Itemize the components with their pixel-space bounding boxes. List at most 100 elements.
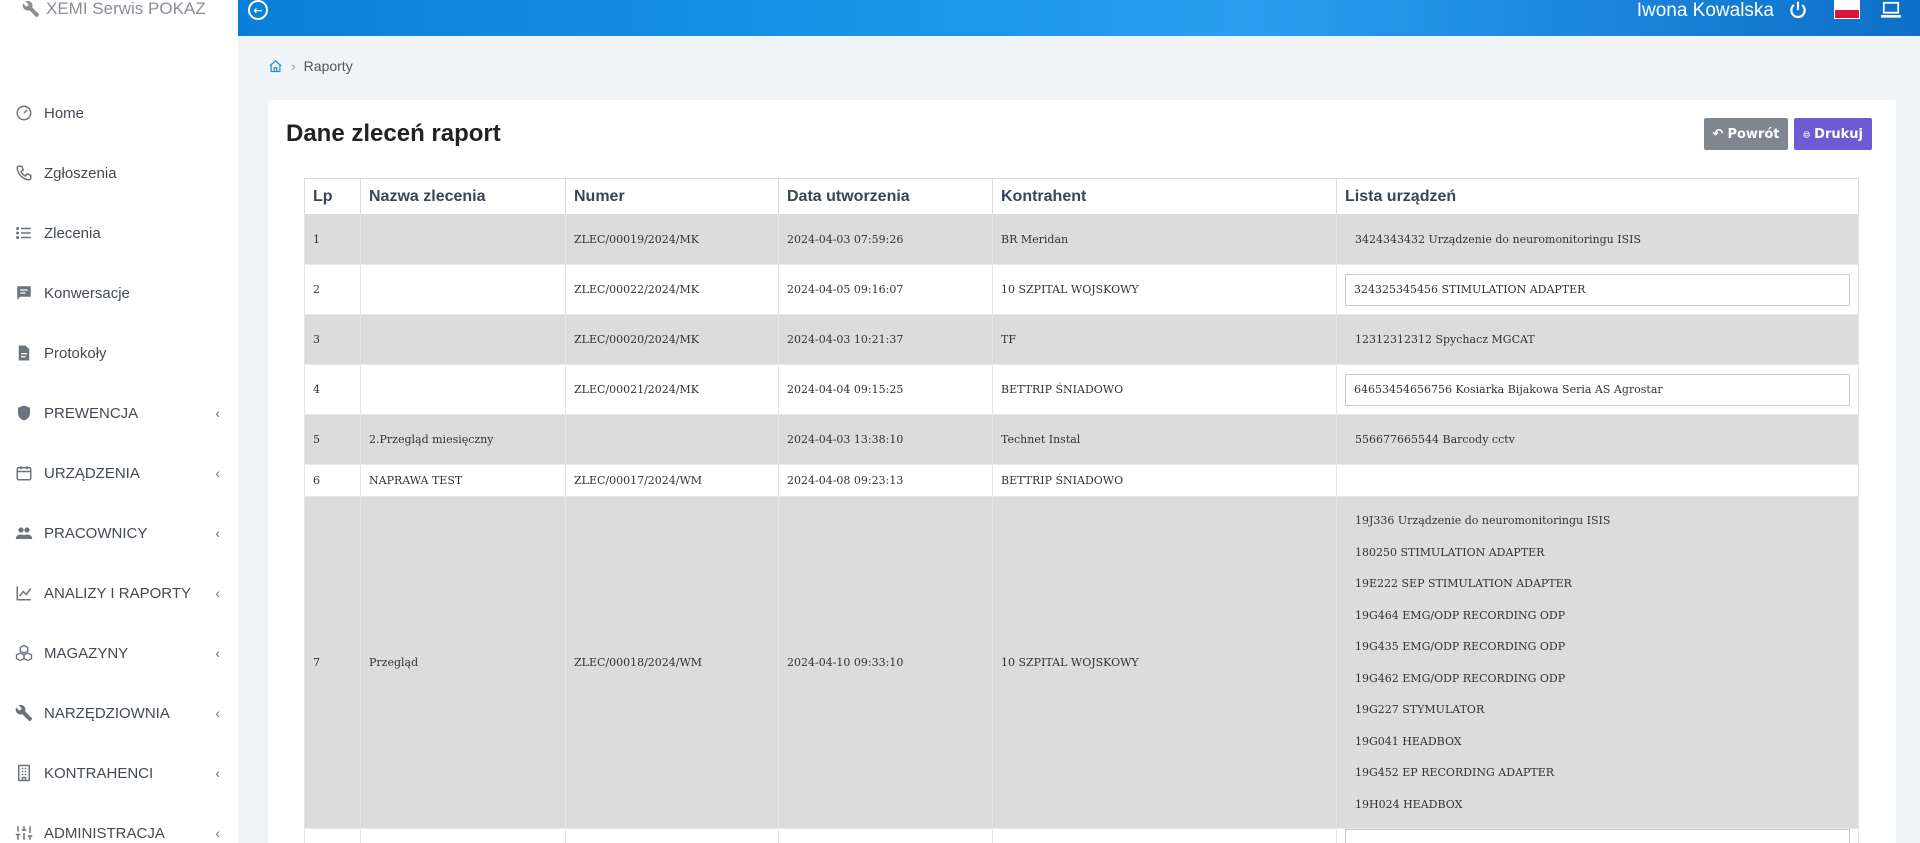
cell-client: BR Meridan	[992, 214, 1337, 265]
building-icon	[14, 763, 34, 783]
sidebar-item-pracownicy[interactable]: PRACOWNICY ‹	[0, 503, 238, 563]
sidebar-item-urzadzenia[interactable]: URZĄDZENIA ‹	[0, 443, 238, 503]
print-button[interactable]: Drukuj	[1794, 118, 1872, 150]
sidebar-item-label: URZĄDZENIA	[44, 464, 140, 482]
reply-icon: ↶	[1712, 126, 1724, 142]
sidebar-item-zlecenia[interactable]: Zlecenia	[0, 203, 238, 263]
cell-client: BETTRIP ŚNIADOWO	[992, 464, 1337, 497]
cell-devices: 64653454656756 Kosiarka Bijakowa Seria A…	[1336, 364, 1859, 415]
col-header-number: Numer	[565, 178, 779, 215]
device-field[interactable]	[1345, 829, 1850, 843]
dashboard-icon	[14, 103, 34, 123]
cell-lp	[304, 828, 361, 843]
cell-client: 10 SZPITAL WOJSKOWY	[992, 264, 1337, 315]
cell-date	[778, 828, 993, 843]
device-item: 64653454656756 Kosiarka Bijakowa Seria A…	[1354, 383, 1663, 396]
sidebar-item-label: ADMINISTRACJA	[44, 824, 165, 842]
device-item: 12312312312 Spychacz MGCAT	[1355, 333, 1535, 346]
table-row: 7 Przegląd ZLEC/00018/2024/WM 2024-04-10 09…	[304, 496, 1859, 829]
polish-flag-icon[interactable]	[1834, 0, 1860, 19]
sidebar-item-label: NARZĘDZIOWNIA	[44, 704, 170, 722]
cell-date: 2024-04-08 09:23:13	[778, 464, 993, 497]
back-button-label: Powrót	[1727, 126, 1780, 142]
sidebar-item-label: Home	[44, 104, 85, 122]
chat-icon	[14, 283, 34, 303]
cell-date: 2024-04-10 09:33:10	[778, 496, 993, 829]
sidebar-item-kontrahenci[interactable]: KONTRAHENCI ‹	[0, 743, 238, 803]
chevron-left-icon: ‹	[215, 585, 220, 601]
list-icon	[14, 223, 34, 243]
sidebar-item-prewencja[interactable]: PREWENCJA ‹	[0, 383, 238, 443]
table-row: 1 ZLEC/00019/2024/MK 2024-04-03 07:59:26 BR…	[304, 214, 1859, 265]
wrench-icon	[22, 0, 40, 18]
sidebar-item-label: Zlecenia	[44, 224, 101, 242]
sidebar-item-zgloszenia[interactable]: Zgłoszenia	[0, 143, 238, 203]
cell-lp: 1	[304, 214, 361, 265]
device-item: 19G452 EP RECORDING ADAPTER	[1355, 766, 1555, 780]
sidebar-item-label: PRACOWNICY	[44, 524, 148, 542]
power-icon[interactable]	[1788, 0, 1808, 20]
chart-line-icon	[14, 583, 34, 603]
back-button[interactable]: ↶ Powrót	[1704, 118, 1788, 150]
cell-client	[992, 828, 1337, 843]
cell-date: 2024-04-03 13:38:10	[778, 414, 993, 465]
cell-client: 10 SZPITAL WOJSKOWY	[992, 496, 1337, 829]
collapse-sidebar-button[interactable]: ←	[248, 0, 268, 20]
sidebar-item-administracja[interactable]: ADMINISTRACJA ‹	[0, 803, 238, 843]
sidebar-item-home[interactable]: Home	[0, 83, 238, 143]
device-field[interactable]: 64653454656756 Kosiarka Bijakowa Seria A…	[1345, 373, 1850, 406]
user-name[interactable]: Iwona Kowalska	[1637, 0, 1774, 22]
cell-client: Technet Instal	[992, 414, 1337, 465]
col-header-lp: Lp	[304, 178, 361, 215]
laptop-icon[interactable]	[1880, 1, 1902, 19]
cell-date: 2024-04-04 09:15:25	[778, 364, 993, 415]
report-table: Lp Nazwa zlecenia Numer Data utworzenia …	[304, 178, 1859, 843]
cell-lp: 6	[304, 464, 361, 497]
cell-date: 2024-04-05 09:16:07	[778, 264, 993, 315]
brand-name: XEMI Serwis POKAZ	[46, 0, 206, 18]
sidebar: XEMI Serwis POKAZ Home Zgłoszenia Zlecenia…	[0, 0, 238, 843]
breadcrumb-current: Raporty	[303, 58, 353, 74]
cell-lp: 2	[304, 264, 361, 315]
sidebar-item-protokoly[interactable]: Protokoły	[0, 323, 238, 383]
print-button-label: Drukuj	[1814, 126, 1863, 142]
device-item: 3424343432 Urządzenie do neuromonitoring…	[1355, 233, 1641, 246]
cell-name: NAPRAWA TEST	[360, 464, 566, 497]
cell-lp: 4	[304, 364, 361, 415]
home-icon[interactable]	[268, 59, 283, 74]
cell-client: BETTRIP ŚNIADOWO	[992, 364, 1337, 415]
table-row: 5 2.Przegląd miesięczny 2024-04-03 13:38:1…	[304, 414, 1859, 465]
cell-number: ZLEC/00018/2024/WM	[565, 496, 779, 829]
cell-devices: 324325345456 STIMULATION ADAPTER	[1336, 264, 1859, 315]
sidebar-item-label: Konwersacje	[44, 284, 130, 302]
chevron-left-icon: ‹	[215, 645, 220, 661]
brand[interactable]: XEMI Serwis POKAZ	[22, 0, 206, 21]
sidebar-item-konwersacje[interactable]: Konwersacje	[0, 263, 238, 323]
cell-lp: 7	[304, 496, 361, 829]
sidebar-item-label: PREWENCJA	[44, 404, 139, 422]
sidebar-item-narzedziownia[interactable]: NARZĘDZIOWNIA ‹	[0, 683, 238, 743]
cell-devices: 19J336 Urządzenie do neuromonitoringu IS…	[1336, 496, 1859, 829]
sidebar-item-analizy-i-raporty[interactable]: ANALIZY I RAPORTY ‹	[0, 563, 238, 623]
table-row: 6 NAPRAWA TEST ZLEC/00017/2024/WM 2024-04-0…	[304, 464, 1859, 497]
device-item: 19E222 SEP STIMULATION ADAPTER	[1355, 577, 1572, 591]
chevron-right-icon: ›	[291, 58, 296, 74]
cell-number: ZLEC/00019/2024/MK	[565, 214, 779, 265]
cell-devices: 12312312312 Spychacz MGCAT	[1336, 314, 1859, 365]
device-item: 556677665544 Barcody cctv	[1355, 433, 1515, 446]
cell-name: 2.Przegląd miesięczny	[360, 414, 566, 465]
report-card: Dane zleceń raport ↶ Powrót Drukuj Lp Na…	[268, 100, 1896, 843]
table-header-row: Lp Nazwa zlecenia Numer Data utworzenia …	[304, 178, 1859, 215]
device-field[interactable]: 324325345456 STIMULATION ADAPTER	[1345, 273, 1850, 306]
cubes-icon	[14, 643, 34, 663]
calendar-icon	[14, 463, 34, 483]
cell-devices: 556677665544 Barcody cctv	[1336, 414, 1859, 465]
shield-icon	[14, 403, 34, 423]
col-header-devices: Lista urządzeń	[1336, 178, 1859, 215]
sidebar-item-magazyny[interactable]: MAGAZYNY ‹	[0, 623, 238, 683]
col-header-name: Nazwa zlecenia	[360, 178, 566, 215]
cell-number	[565, 828, 779, 843]
sidebar-item-label: MAGAZYNY	[44, 644, 129, 662]
cell-name	[360, 314, 566, 365]
cell-number: ZLEC/00017/2024/WM	[565, 464, 779, 497]
